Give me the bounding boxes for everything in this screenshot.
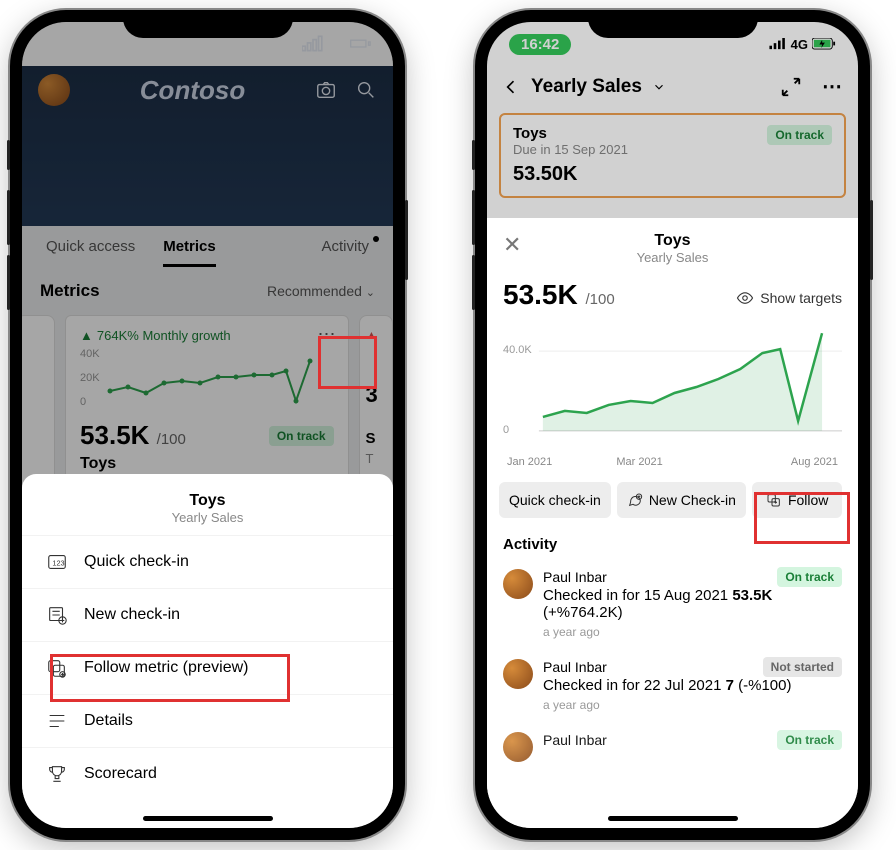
sheet-quick-checkin[interactable]: 123 Quick check-in [22,535,393,588]
show-targets[interactable]: Show targets [736,289,842,307]
detail-subtitle: Yearly Sales [503,250,842,265]
activity-user: Paul Inbar [543,659,792,675]
activity-time: a year ago [543,625,842,639]
activity-user: Paul Inbar [543,732,607,748]
activity-heading: Activity [503,536,842,553]
eye-icon [736,289,754,307]
avatar [503,569,533,599]
chip-quick-checkin[interactable]: Quick check-in [499,482,611,518]
activity-item[interactable]: Paul Inbar On track [503,722,842,772]
avatar [503,659,533,689]
action-sheet: Toys Yearly Sales 123 Quick check-in New… [22,474,393,828]
avatar [503,732,533,762]
activity-item[interactable]: Paul Inbar Checked in for 22 Jul 2021 7 … [503,649,842,722]
x-axis-labels: Jan 2021Mar 2021Aug 2021 [503,454,842,468]
activity-time: a year ago [543,698,792,712]
activity-item[interactable]: Paul Inbar Checked in for 15 Aug 2021 53… [503,559,842,649]
number-box-icon: 123 [46,551,68,573]
chip-follow[interactable]: Follow [752,482,842,518]
svg-text:40.0K: 40.0K [503,344,532,356]
trophy-icon [46,763,68,785]
note-add-icon [46,604,68,626]
sheet-scorecard[interactable]: Scorecard [22,747,393,800]
activity-badge: Not started [763,657,842,677]
follow-icon [46,657,68,679]
activity-badge: On track [777,730,842,750]
right-phone: 16:42 4G Yearly Sales ⋯ [475,10,870,840]
close-icon[interactable]: ✕ [503,232,521,258]
left-phone: 16:33 4G Contoso [10,10,405,840]
chat-add-icon [627,492,643,508]
svg-text:123: 123 [52,559,64,568]
sheet-details[interactable]: Details [22,694,393,747]
detail-chart: 40.0K 0 [503,329,842,449]
chip-new-checkin[interactable]: New Check-in [617,482,746,518]
activity-badge: On track [777,567,842,587]
follow-icon [766,492,782,508]
activity-text: Checked in for 22 Jul 2021 7 (-%100) [543,677,792,694]
home-indicator[interactable] [608,816,738,821]
svg-text:0: 0 [503,424,509,436]
detail-title: Toys [503,232,842,250]
detail-sheet: ✕ Toys Yearly Sales 53.5K /100 Show targ… [487,218,858,828]
details-icon [46,710,68,732]
activity-text: Checked in for 15 Aug 2021 53.5K (+%764.… [543,587,842,621]
home-indicator[interactable] [143,816,273,821]
sheet-subtitle: Yearly Sales [22,510,393,525]
sheet-new-checkin[interactable]: New check-in [22,588,393,641]
sheet-title: Toys [22,492,393,510]
sheet-follow-metric[interactable]: Follow metric (preview) [22,641,393,694]
